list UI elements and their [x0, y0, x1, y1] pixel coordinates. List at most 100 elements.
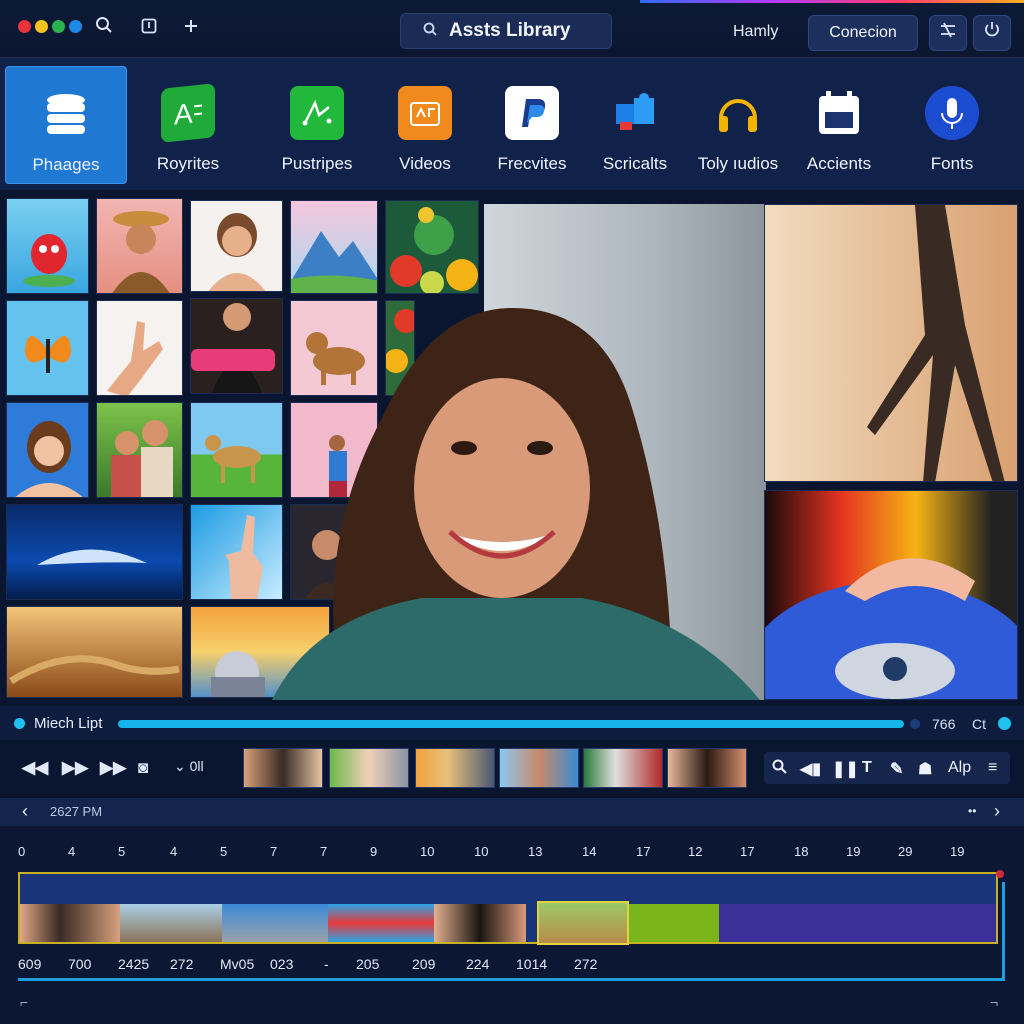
thumbnail-hand-gesture[interactable]: [96, 300, 183, 396]
track-clip[interactable]: [434, 904, 526, 942]
chevron-right-icon[interactable]: ›: [994, 801, 1000, 822]
chevron-left-icon[interactable]: ‹: [22, 801, 28, 822]
category-pustripes[interactable]: Pustripes: [262, 66, 372, 184]
clip-thumbnail[interactable]: [667, 748, 747, 788]
video-track[interactable]: [18, 872, 998, 945]
selected-clip[interactable]: [537, 901, 629, 945]
corner-mark-right: ¬: [990, 994, 999, 1010]
fast-forward-icon[interactable]: ▶▶: [100, 758, 126, 778]
category-bar: Phaages A Royrites Pustripes Videos Frec…: [0, 58, 1024, 190]
timeline-value-label: 205: [356, 956, 380, 972]
thumbnail-deer[interactable]: [190, 402, 283, 498]
category-videos[interactable]: Videos: [378, 66, 472, 184]
video-icon: [398, 86, 452, 140]
track-clip[interactable]: [328, 904, 434, 942]
close-dot[interactable]: [18, 20, 31, 33]
category-fonts[interactable]: Fonts: [906, 66, 998, 184]
thumbnail-pointing-hand[interactable]: [190, 504, 283, 600]
playhead-marker[interactable]: [996, 870, 1004, 878]
timeline-value-label: 272: [170, 956, 194, 972]
settings-sliders-button[interactable]: [929, 15, 967, 51]
thumbnail-family[interactable]: [96, 402, 183, 498]
category-label: Phaages: [32, 155, 100, 174]
camera-icon[interactable]: ◙: [138, 758, 148, 778]
progress-handle[interactable]: [910, 719, 920, 729]
media-grid: [0, 190, 1024, 706]
thumbnail-hand-globe[interactable]: [764, 490, 1018, 700]
ruler-tick-label: 7: [320, 844, 328, 859]
pen-icon[interactable]: ✎: [890, 759, 903, 779]
window-controls[interactable]: [18, 20, 82, 33]
clip-thumbnail[interactable]: [499, 748, 579, 788]
library-search-box[interactable]: Assts Library: [400, 13, 612, 49]
track-clip[interactable]: [120, 904, 222, 942]
puzzle-icon: [608, 86, 662, 140]
page-title: Assts Library: [449, 20, 571, 41]
thumbnail-cowboy[interactable]: [96, 198, 183, 294]
status-dot-right: [998, 717, 1011, 730]
timeline-value-label: 224: [466, 956, 490, 972]
menu-icon[interactable]: ≡: [988, 759, 997, 777]
category-audios[interactable]: Toly ıudios: [690, 66, 786, 184]
featured-portrait[interactable]: [272, 298, 760, 700]
timeline-value-label: 609: [18, 956, 42, 972]
timeline-value-label: 272: [574, 956, 598, 972]
more-icon[interactable]: ••: [968, 804, 976, 818]
power-button[interactable]: [973, 15, 1011, 51]
connection-button[interactable]: Conecion: [808, 15, 918, 51]
top-bar: Assts Library Hamly Conecion: [0, 0, 1024, 58]
track-clip-empty[interactable]: [719, 904, 996, 942]
pause-icon[interactable]: ❚❚: [832, 759, 859, 779]
category-scricalts[interactable]: Scricalts: [592, 66, 678, 184]
timeline-value-label: -: [324, 956, 329, 972]
category-royalties[interactable]: A Royrites: [138, 66, 238, 184]
transport-bar: ◀◀ ▶▶ ▶▶ ◙ ⌄ 0ll ◀▮ ❚❚ T ✎ ☗ Alp ≡: [0, 740, 1024, 796]
clip-thumbnail[interactable]: [243, 748, 323, 788]
import-icon[interactable]: [137, 16, 161, 40]
thumbnail-fruits[interactable]: [385, 200, 479, 294]
category-label: Royrites: [156, 154, 220, 173]
minimize-dot[interactable]: [35, 20, 48, 33]
mode-dropdown[interactable]: ⌄ 0ll: [174, 758, 204, 775]
thumbnail-woman-portrait[interactable]: [6, 402, 89, 498]
thumbnail-butterfly[interactable]: [6, 300, 89, 396]
media-progress-bar[interactable]: [118, 720, 904, 728]
ruler-tick-label: 19: [950, 844, 965, 859]
draw-icon: [290, 86, 344, 140]
add-icon[interactable]: [179, 16, 203, 40]
category-accients[interactable]: Accients: [796, 66, 882, 184]
category-label: Scricalts: [602, 154, 668, 173]
text-tool-icon[interactable]: T: [862, 759, 872, 777]
thumbnail-tripod[interactable]: [764, 204, 1018, 482]
rewind-icon[interactable]: ◀◀: [22, 758, 48, 778]
ruler-tick-label: 5: [118, 844, 126, 859]
thumbnail-woman-smiling[interactable]: [190, 200, 283, 292]
play-icon[interactable]: ▶▶: [62, 758, 88, 778]
clip-thumbnail[interactable]: [329, 748, 409, 788]
category-images[interactable]: Phaages: [5, 66, 127, 184]
maximize-dot[interactable]: [52, 20, 65, 33]
timeline-baseline: [18, 978, 1004, 981]
track-clip[interactable]: [629, 904, 719, 942]
calendar-icon: [812, 86, 866, 140]
extra-dot[interactable]: [69, 20, 82, 33]
ruler-tick-label: 19: [846, 844, 861, 859]
category-favorites[interactable]: Frecvites: [484, 66, 580, 184]
search-icon[interactable]: [772, 759, 787, 779]
thumbnail-mountains[interactable]: [290, 200, 378, 294]
thumbnail-ocean-wave[interactable]: [6, 504, 183, 600]
timeline-edge: [1002, 882, 1005, 981]
track-clip[interactable]: [222, 904, 328, 942]
thumbnail-rope[interactable]: [6, 606, 183, 698]
alpha-label[interactable]: Alp: [948, 759, 971, 777]
user-link[interactable]: Hamly: [733, 23, 778, 41]
track-clip[interactable]: [20, 904, 120, 942]
clip-thumbnail[interactable]: [415, 748, 495, 788]
people-icon[interactable]: ☗: [918, 759, 932, 779]
timeline-value-label: Mv05: [220, 956, 255, 972]
thumbnail-cartoon[interactable]: [6, 198, 89, 294]
step-back-icon[interactable]: ◀▮: [800, 759, 821, 779]
search-icon[interactable]: [92, 16, 116, 40]
clip-thumbnail[interactable]: [583, 748, 663, 788]
thumbnail-woman-device[interactable]: [190, 298, 283, 394]
